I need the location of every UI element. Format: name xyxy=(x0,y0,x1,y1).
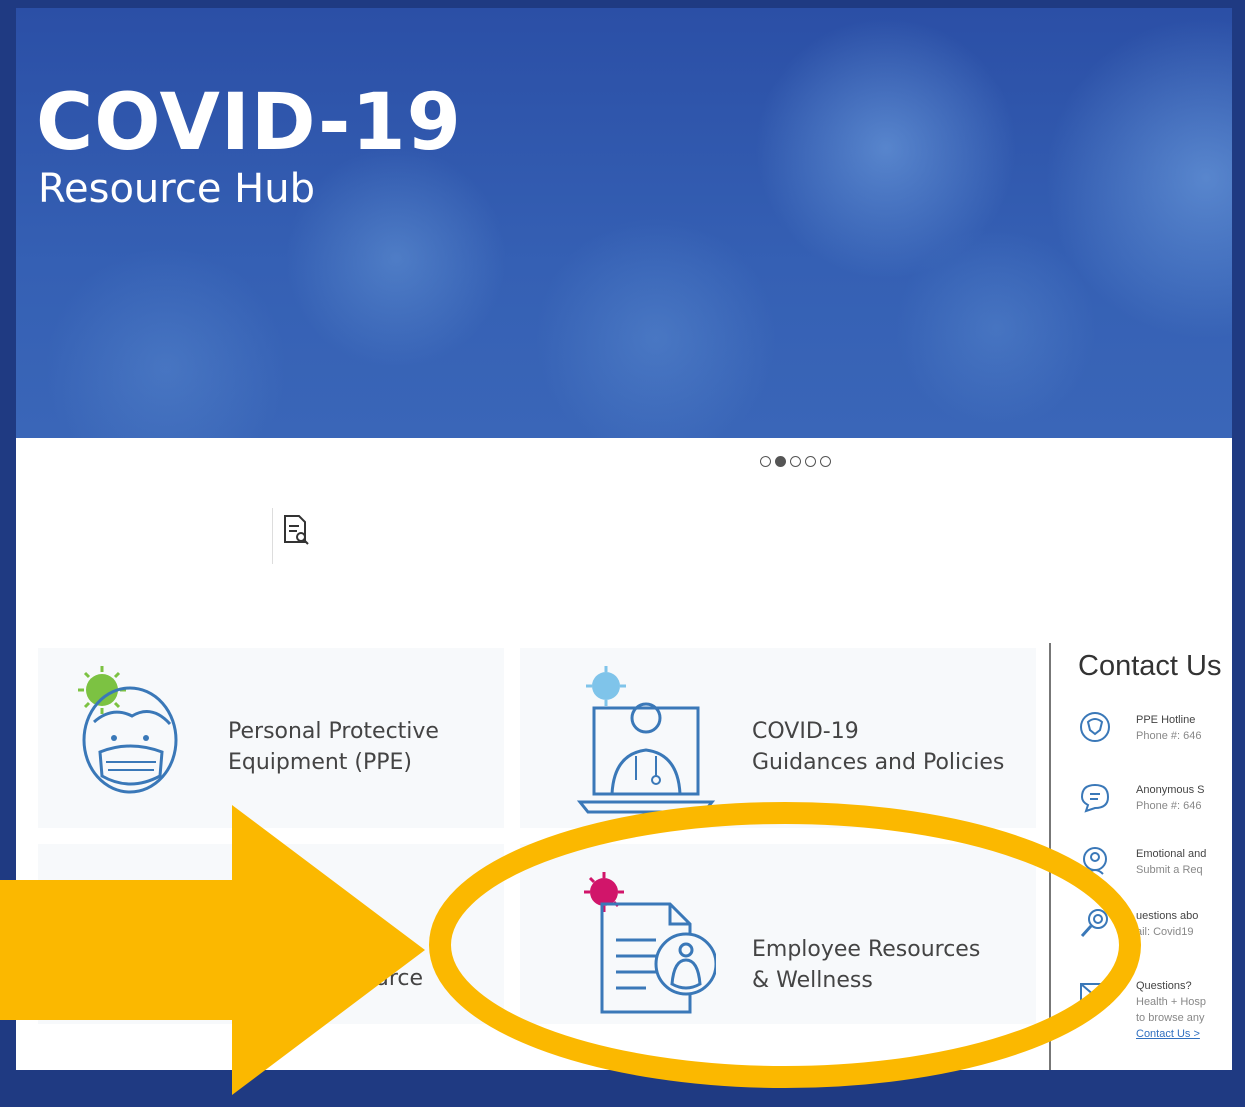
contact-item-detail: Phone #: 646 xyxy=(1136,730,1202,742)
yellow-arrow-icon xyxy=(0,805,425,1095)
carousel-dot-2[interactable] xyxy=(775,456,786,467)
carousel-dots xyxy=(760,456,831,467)
hero-banner: COVID-19 Resource Hub xyxy=(16,8,1232,438)
tile-guidances-label: COVID-19 Guidances and Policies xyxy=(752,719,1005,775)
contact-item-title: PPE Hotline xyxy=(1136,714,1196,726)
document-search-icon[interactable] xyxy=(272,508,309,564)
masked-face-icon xyxy=(78,666,178,794)
carousel-dot-3[interactable] xyxy=(790,456,801,467)
hero-title: COVID-19 xyxy=(36,78,462,168)
tile-ppe-label: Personal Protective Equipment (PPE) xyxy=(228,719,439,775)
highlight-ellipse xyxy=(429,802,1141,1088)
hero-subtitle: Resource Hub xyxy=(38,166,315,212)
carousel-dot-4[interactable] xyxy=(805,456,816,467)
carousel-dot-1[interactable] xyxy=(760,456,771,467)
hotline-icon xyxy=(1080,712,1110,742)
carousel-dot-5[interactable] xyxy=(820,456,831,467)
contact-title: Contact Us xyxy=(1078,650,1222,682)
